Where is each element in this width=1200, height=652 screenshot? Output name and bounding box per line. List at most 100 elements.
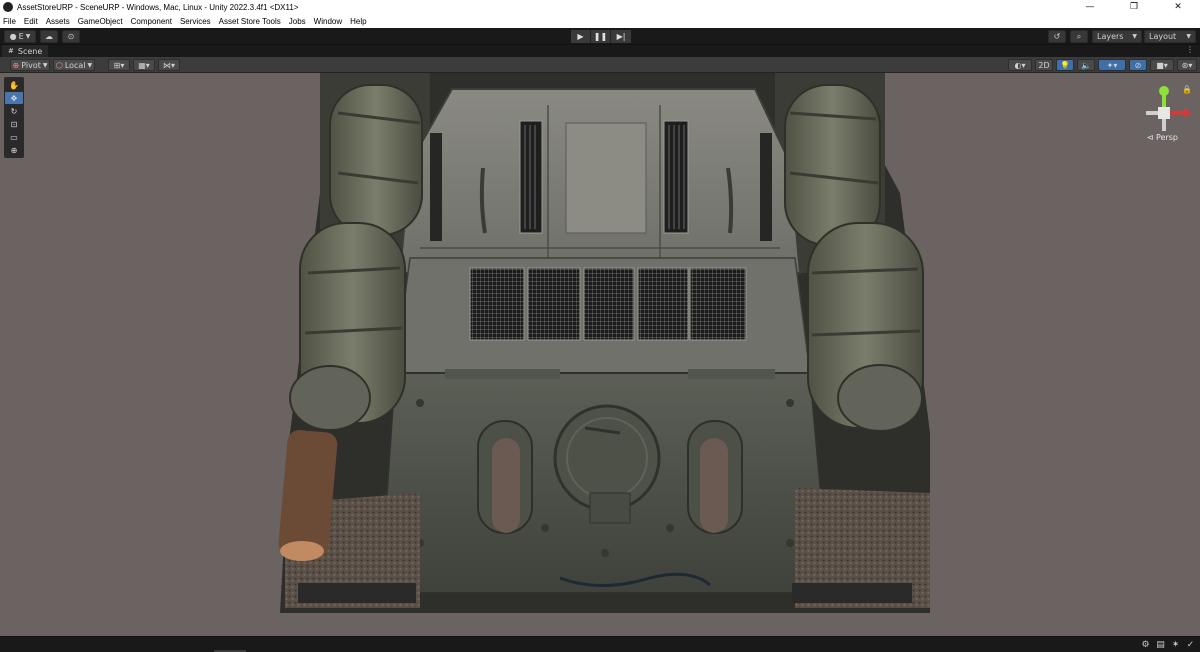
grid-snap-icon: ⊞▾ <box>113 60 125 70</box>
main-toolbar: ● E ▼ ☁ ⊙ ▶ ❚❚ ▶| ↺ ⌕ Layers ▼ Layout ▼ <box>0 28 1200 45</box>
window-title: AssetStoreURP - SceneURP - Windows, Mac,… <box>17 2 299 12</box>
hand-tool[interactable]: ✋ <box>5 79 23 91</box>
auto-generate-lighting-icon[interactable]: ✶ <box>1170 639 1181 650</box>
projection-icon: ⊲ <box>1146 133 1154 142</box>
status-icons: ⚙ ▤ ✶ ✓ <box>1140 639 1196 650</box>
settings-icon[interactable]: ⚙ <box>1140 639 1151 650</box>
tank-model-render <box>278 73 930 613</box>
gizmos-icon: ⊛▾ <box>1181 60 1193 70</box>
hand-icon: ✋ <box>9 80 19 90</box>
camera-icon: ■▾ <box>1156 60 1168 70</box>
gizmo-y-handle[interactable] <box>1159 86 1169 96</box>
menu-bar: File Edit Assets GameObject Component Se… <box>0 14 1200 28</box>
layers-dropdown[interactable]: Layers ▼ <box>1092 30 1142 43</box>
gizmo-center-cube[interactable] <box>1158 107 1170 119</box>
eye-slash-icon: ⊘ <box>1134 60 1142 70</box>
search-button[interactable]: ⌕ <box>1070 30 1088 43</box>
cloud-icon: ☁ <box>45 32 53 41</box>
account-label: E <box>18 32 24 41</box>
cloud-button[interactable]: ☁ <box>40 30 58 43</box>
window-controls: — ❐ ✕ <box>1068 0 1200 14</box>
minimize-button[interactable]: — <box>1068 0 1112 14</box>
step-button[interactable]: ▶| <box>611 30 631 43</box>
rect-icon: ▭ <box>10 132 18 142</box>
menu-file[interactable]: File <box>3 17 16 26</box>
menu-window[interactable]: Window <box>314 17 342 26</box>
scene-viewport[interactable]: ✋ ✥ ↻ ⊡ ▭ ⊕ 🔒 ⊲ Persp <box>0 73 1200 636</box>
rect-tool[interactable]: ▭ <box>5 131 23 143</box>
audio-toggle[interactable]: 🔈 <box>1077 59 1095 71</box>
grid-icon: # <box>8 47 14 55</box>
pivot-label: Pivot <box>21 60 41 70</box>
effects-dropdown[interactable]: ✦▾ <box>1098 59 1126 71</box>
more-options-icon[interactable]: ⋮ <box>1186 45 1194 54</box>
projection-text: Persp <box>1156 133 1178 142</box>
local-label: Local <box>64 60 86 70</box>
tab-strip: # Scene ⋮ <box>0 45 1200 57</box>
grid-visibility-dropdown[interactable]: ▦▾ <box>133 59 155 71</box>
pivot-dropdown[interactable]: ⊕ Pivot ▼ <box>10 59 50 71</box>
chevron-down-icon: ▼ <box>25 33 31 40</box>
layout-label: Layout <box>1149 32 1177 41</box>
lightbulb-icon: 💡 <box>1060 60 1070 70</box>
play-icon: ▶ <box>577 32 584 41</box>
account-dropdown[interactable]: ● E ▼ <box>4 30 36 43</box>
menu-assets[interactable]: Assets <box>46 17 70 26</box>
transform-tool[interactable]: ⊕ <box>5 144 23 156</box>
tab-scene[interactable]: # Scene <box>2 45 49 57</box>
menu-component[interactable]: Component <box>131 17 172 26</box>
gizmos-dropdown[interactable]: ⊛▾ <box>1177 59 1197 71</box>
projection-label[interactable]: ⊲ Persp <box>1147 133 1178 142</box>
cache-server-icon[interactable]: ▤ <box>1155 639 1166 650</box>
move-tool[interactable]: ✥ <box>5 92 23 104</box>
tab-scene-label: Scene <box>17 46 43 56</box>
tool-palette: ✋ ✥ ↻ ⊡ ▭ ⊕ <box>4 77 24 158</box>
undo-history-button[interactable]: ↺ <box>1048 30 1066 43</box>
play-button[interactable]: ▶ <box>571 30 591 43</box>
pause-button[interactable]: ❚❚ <box>591 30 611 43</box>
mode-2d-toggle[interactable]: 2D <box>1035 59 1053 71</box>
collab-button[interactable]: ⊙ <box>62 30 80 43</box>
local-dropdown[interactable]: ⬡ Local ▼ <box>53 59 95 71</box>
menu-jobs[interactable]: Jobs <box>289 17 306 26</box>
gizmo-x-handle[interactable] <box>1184 108 1192 118</box>
camera-dropdown[interactable]: ■▾ <box>1150 59 1174 71</box>
history-icon: ↺ <box>1053 32 1061 41</box>
draw-mode-dropdown[interactable]: ◐▾ <box>1008 59 1032 71</box>
increment-snap-icon: ⋈▾ <box>162 60 175 70</box>
layers-label: Layers <box>1097 32 1124 41</box>
pivot-icon: ⊕ <box>12 60 20 70</box>
hidden-objects-toggle[interactable]: ⊘ <box>1129 59 1147 71</box>
increment-snap-dropdown[interactable]: ⋈▾ <box>158 59 180 71</box>
menu-edit[interactable]: Edit <box>24 17 38 26</box>
effects-icon: ✦▾ <box>1106 60 1118 70</box>
scene-toolbar: ⊕ Pivot ▼ ⬡ Local ▼ ⊞▾ ▦▾ ⋈▾ ◐▾ 2D 💡 🔈 ✦… <box>0 57 1200 73</box>
move-icon: ✥ <box>10 93 18 103</box>
menu-asset-store-tools[interactable]: Asset Store Tools <box>219 17 281 26</box>
step-icon: ▶| <box>616 32 626 41</box>
check-icon[interactable]: ✓ <box>1185 639 1196 650</box>
status-bar: ⚙ ▤ ✶ ✓ <box>0 636 1200 652</box>
lock-icon[interactable]: 🔒 <box>1182 85 1192 94</box>
mode-2d-label: 2D <box>1038 60 1050 70</box>
chevron-down-icon: ▼ <box>1132 33 1137 40</box>
audio-icon: 🔈 <box>1081 60 1091 70</box>
grid-snapping-dropdown[interactable]: ⊞▾ <box>108 59 130 71</box>
layout-dropdown[interactable]: Layout ▼ <box>1144 30 1196 43</box>
close-button[interactable]: ✕ <box>1156 0 1200 14</box>
rotate-tool[interactable]: ↻ <box>5 105 23 117</box>
local-icon: ⬡ <box>55 60 63 70</box>
menu-help[interactable]: Help <box>350 17 366 26</box>
collab-icon: ⊙ <box>67 32 75 41</box>
maximize-button[interactable]: ❐ <box>1112 0 1156 14</box>
lighting-toggle[interactable]: 💡 <box>1056 59 1074 71</box>
chevron-down-icon: ▼ <box>87 61 93 69</box>
scale-icon: ⊡ <box>10 119 18 129</box>
rotate-icon: ↻ <box>10 106 18 116</box>
transform-icon: ⊕ <box>10 145 18 155</box>
pause-icon: ❚❚ <box>593 32 608 41</box>
scale-tool[interactable]: ⊡ <box>5 118 23 130</box>
account-icon: ● <box>9 32 17 41</box>
menu-gameobject[interactable]: GameObject <box>78 17 123 26</box>
menu-services[interactable]: Services <box>180 17 211 26</box>
